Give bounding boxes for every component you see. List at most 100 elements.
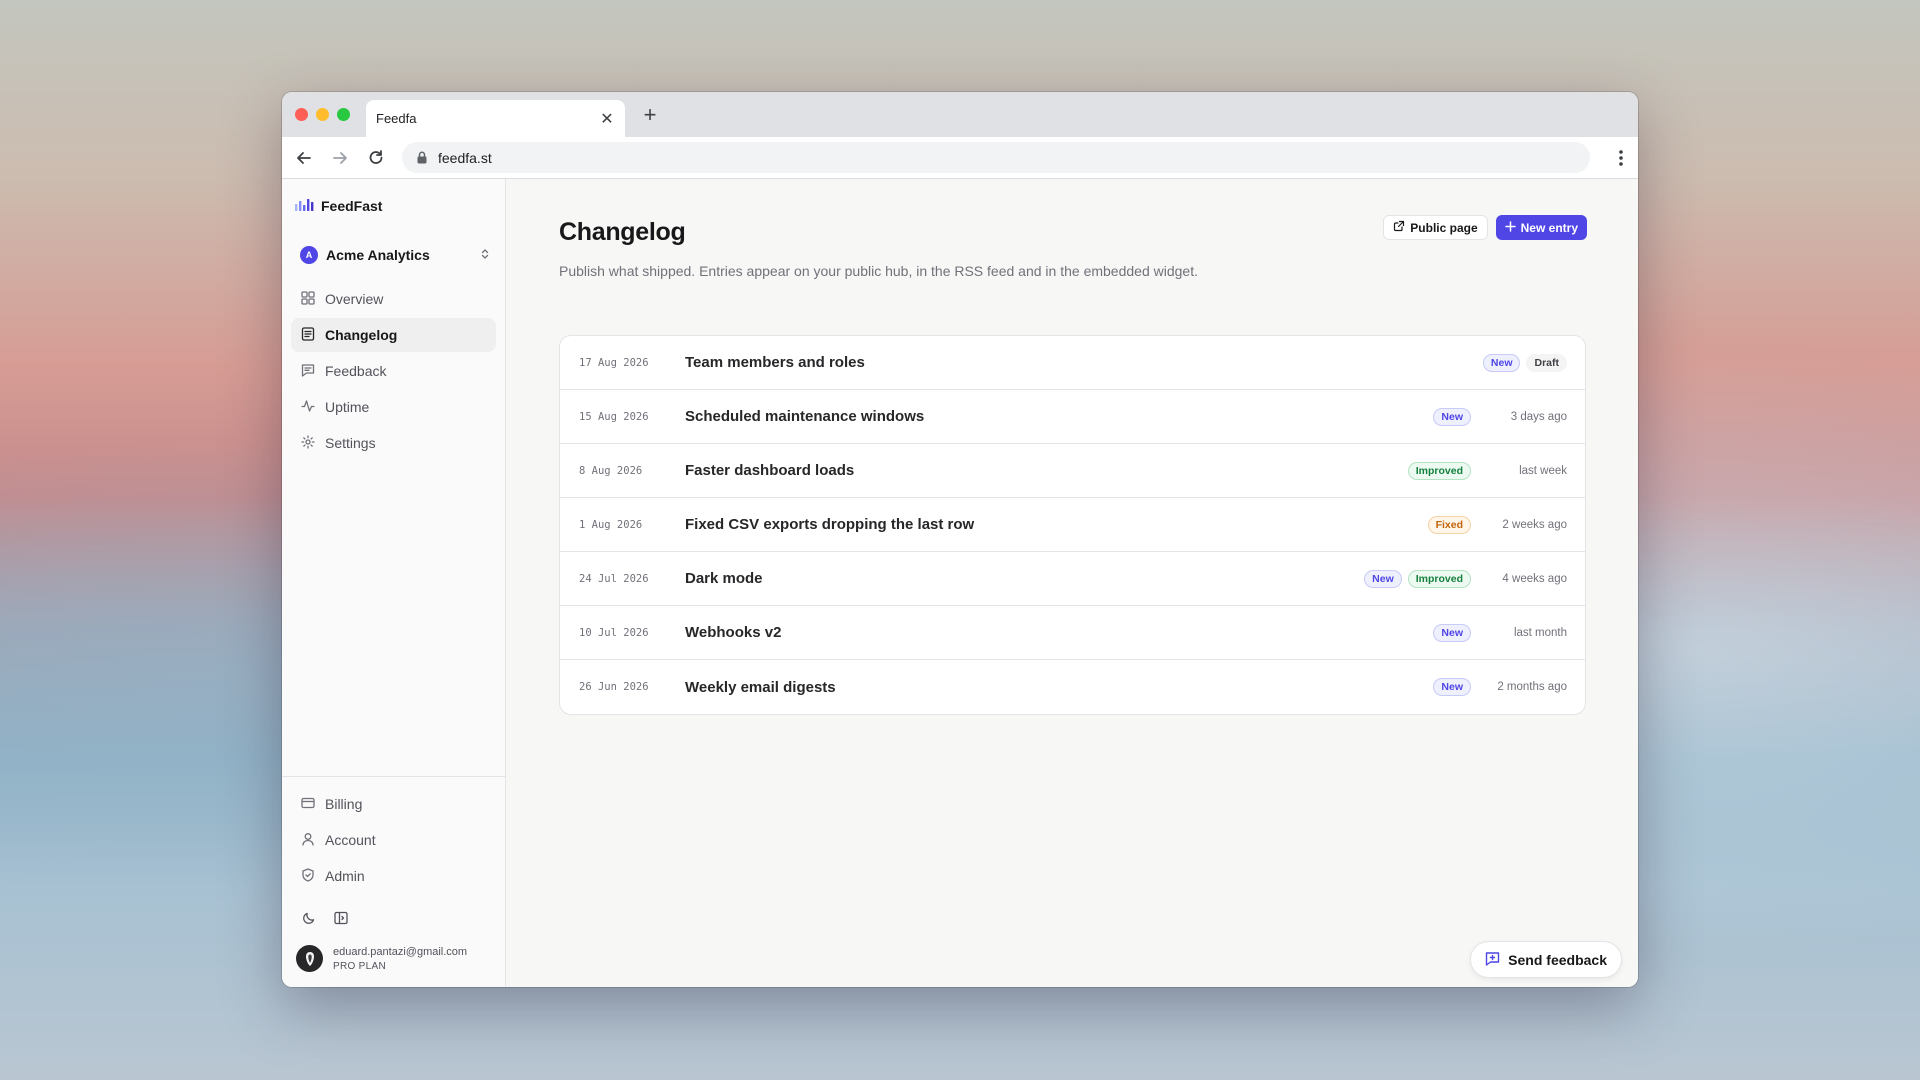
page-title: Changelog (559, 218, 686, 246)
status-badge: Fixed (1427, 515, 1471, 534)
entry-date: 17 Aug 2026 (579, 356, 649, 369)
sidebar-item-label: Feedback (325, 363, 387, 379)
secondary-nav: Billing Account Admin (291, 787, 496, 895)
entry-relative-time: last month (1513, 626, 1567, 639)
sidebar-item-overview[interactable]: Overview (291, 282, 496, 316)
workspace-name: Acme Analytics (326, 247, 430, 263)
entry-date: 1 Aug 2026 (579, 518, 643, 531)
entry-date: 24 Jul 2026 (579, 572, 649, 585)
new-entry-label: New entry (1520, 220, 1578, 235)
entry-title: Fixed CSV exports dropping the last row (685, 516, 975, 533)
status-badge: New (1482, 353, 1521, 372)
brand-name: FeedFast (321, 197, 383, 214)
entry-relative-time: 4 weeks ago (1502, 572, 1567, 585)
sidebar-item-label: Admin (325, 868, 365, 884)
address-bar[interactable]: feedfa.st (402, 142, 1590, 173)
status-badge: New (1433, 407, 1471, 426)
sidebar-item-account[interactable]: Account (291, 823, 496, 857)
entry-date: 26 Jun 2026 (579, 681, 649, 693)
sidebar-item-label: Settings (325, 435, 376, 451)
entry-relative-time: 2 months ago (1497, 681, 1567, 693)
message-plus-icon (1485, 951, 1500, 969)
new-tab-button[interactable]: + (638, 102, 662, 128)
entry-title: Weekly email digests (685, 678, 836, 696)
public-page-button[interactable]: Public page (1383, 215, 1488, 240)
entry-title: Dark mode (685, 570, 763, 587)
forward-arrow-icon[interactable] (330, 148, 350, 168)
entry-date: 10 Jul 2026 (579, 626, 649, 639)
sidebar-item-feedback[interactable]: Feedback (291, 354, 496, 388)
entry-title: Scheduled maintenance windows (685, 408, 925, 425)
changelog-row[interactable]: 24 Jul 2026 Dark mode New Improved 4 weeks a… (560, 552, 1585, 606)
workspace-avatar: A (300, 246, 318, 264)
sidebar: FeedFast A Acme Analytics Overview Chang… (282, 179, 506, 987)
send-feedback-button[interactable]: Send feedback (1470, 941, 1622, 978)
changelog-row[interactable]: 15 Aug 2026 Scheduled maintenance windows… (560, 390, 1585, 444)
main-nav: Overview Changelog Feedback Uptime Setti… (291, 282, 496, 462)
changelog-row[interactable]: 26 Jun 2026 Weekly email digests New 2 mont… (560, 660, 1585, 714)
close-window-button[interactable] (295, 108, 308, 121)
status-badge: Improved (1407, 461, 1471, 480)
entry-title: Team members and roles (685, 354, 865, 371)
changelog-list: 17 Aug 2026 Team members and roles New Draf… (559, 335, 1586, 715)
changelog-row[interactable]: 17 Aug 2026 Team members and roles New Draf… (560, 336, 1585, 390)
changelog-row[interactable]: 1 Aug 2026 Fixed CSV exports dropping the… (560, 498, 1585, 552)
status-badge: New (1364, 569, 1402, 588)
page-description: Publish what shipped. Entries appear on … (559, 263, 1198, 279)
workspace-switcher[interactable]: A Acme Analytics (300, 246, 490, 264)
moon-icon[interactable] (302, 911, 316, 930)
sidebar-item-changelog[interactable]: Changelog (291, 318, 496, 352)
send-feedback-label: Send feedback (1508, 951, 1607, 968)
user-plan: PRO PLAN (333, 960, 386, 972)
entry-badges: New (1433, 623, 1471, 642)
entry-relative-time: 2 weeks ago (1502, 518, 1567, 531)
sidebar-item-billing[interactable]: Billing (291, 787, 496, 821)
minimize-window-button[interactable] (316, 108, 329, 121)
back-arrow-icon[interactable] (294, 148, 314, 168)
tab-title: Feedfa (376, 111, 417, 126)
entry-date: 8 Aug 2026 (579, 464, 643, 477)
browser-menu-icon[interactable] (1618, 149, 1624, 172)
entry-badges: New Improved (1364, 569, 1471, 588)
reload-icon[interactable] (366, 148, 386, 168)
grid-icon (301, 290, 315, 308)
status-badge: New (1433, 623, 1471, 642)
browser-window: Feedfa ✕ + feedfa.st FeedFast A Acme Ana… (282, 92, 1638, 987)
sidebar-item-label: Account (325, 832, 376, 848)
url-text: feedfa.st (438, 149, 492, 166)
entry-relative-time: last week (1519, 464, 1567, 477)
entry-badges: New (1433, 407, 1471, 426)
sidebar-item-settings[interactable]: Settings (291, 426, 496, 460)
tab-bar: Feedfa ✕ + (282, 92, 1638, 137)
browser-tab[interactable]: Feedfa ✕ (366, 100, 625, 137)
brand[interactable]: FeedFast (295, 197, 382, 214)
entry-badges: New Draft (1482, 353, 1567, 372)
public-page-label: Public page (1410, 220, 1478, 235)
entry-title: Faster dashboard loads (685, 462, 855, 479)
logo-bars-icon (295, 197, 314, 214)
credit-card-icon (301, 796, 315, 813)
close-tab-icon[interactable]: ✕ (599, 109, 615, 129)
message-icon (301, 363, 315, 380)
main-content: Changelog Publish what shipped. Entries … (506, 179, 1638, 987)
maximize-window-button[interactable] (337, 108, 350, 121)
sidebar-footer: Billing Account Admin eduard.pantazi@gma… (282, 776, 505, 972)
new-entry-button[interactable]: New entry (1495, 215, 1587, 240)
user-profile[interactable]: eduard.pantazi@gmail.com PRO PLAN (296, 945, 467, 972)
sidebar-item-admin[interactable]: Admin (291, 859, 496, 893)
sidebar-item-uptime[interactable]: Uptime (291, 390, 496, 424)
sidebar-toggle-icon[interactable] (334, 911, 348, 930)
status-badge: Draft (1526, 353, 1567, 372)
sidebar-item-label: Billing (325, 796, 363, 812)
status-badge: New (1433, 678, 1471, 696)
window-controls (295, 108, 350, 121)
changelog-row[interactable]: 10 Jul 2026 Webhooks v2 New last month (560, 606, 1585, 660)
sidebar-item-label: Uptime (325, 399, 370, 415)
entry-date: 15 Aug 2026 (579, 410, 649, 423)
user-email: eduard.pantazi@gmail.com (333, 945, 468, 958)
status-badge: Improved (1407, 569, 1471, 588)
entry-badges: Improved (1407, 461, 1471, 480)
app-shell: FeedFast A Acme Analytics Overview Chang… (282, 179, 1638, 987)
entry-relative-time: 3 days ago (1510, 410, 1567, 423)
changelog-row[interactable]: 8 Aug 2026 Faster dashboard loads Improved… (560, 444, 1585, 498)
